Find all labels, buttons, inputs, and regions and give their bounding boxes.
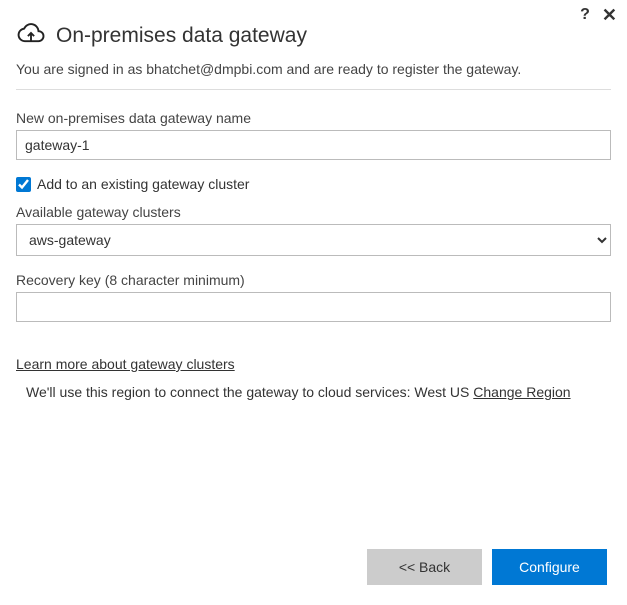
configure-button[interactable]: Configure: [492, 549, 607, 585]
subtitle-suffix: and are ready to register the gateway.: [283, 61, 522, 77]
back-button[interactable]: << Back: [367, 549, 482, 585]
page-title: On-premises data gateway: [56, 24, 307, 48]
add-cluster-checkbox[interactable]: [16, 177, 31, 192]
recovery-key-input[interactable]: [16, 292, 611, 322]
title-row: On-premises data gateway: [0, 0, 627, 61]
region-info: We'll use this region to connect the gat…: [16, 384, 611, 400]
available-clusters-select[interactable]: aws-gateway: [16, 224, 611, 256]
cloud-upload-icon: [16, 18, 46, 53]
divider: [16, 89, 611, 90]
learn-more-link[interactable]: Learn more about gateway clusters: [16, 356, 235, 372]
recovery-key-label: Recovery key (8 character minimum): [16, 272, 611, 288]
help-icon[interactable]: ?: [580, 6, 590, 24]
signin-status: You are signed in as bhatchet@dmpbi.com …: [0, 61, 627, 89]
gateway-name-input[interactable]: [16, 130, 611, 160]
change-region-link[interactable]: Change Region: [473, 384, 570, 400]
available-clusters-label: Available gateway clusters: [16, 204, 611, 220]
region-value: West US: [414, 384, 473, 400]
region-prefix: We'll use this region to connect the gat…: [26, 384, 414, 400]
gateway-name-label: New on-premises data gateway name: [16, 110, 611, 126]
add-cluster-label: Add to an existing gateway cluster: [37, 176, 249, 192]
subtitle-prefix: You are signed in as: [16, 61, 146, 77]
signin-email: bhatchet@dmpbi.com: [146, 61, 282, 77]
close-icon[interactable]: ✕: [602, 6, 617, 24]
